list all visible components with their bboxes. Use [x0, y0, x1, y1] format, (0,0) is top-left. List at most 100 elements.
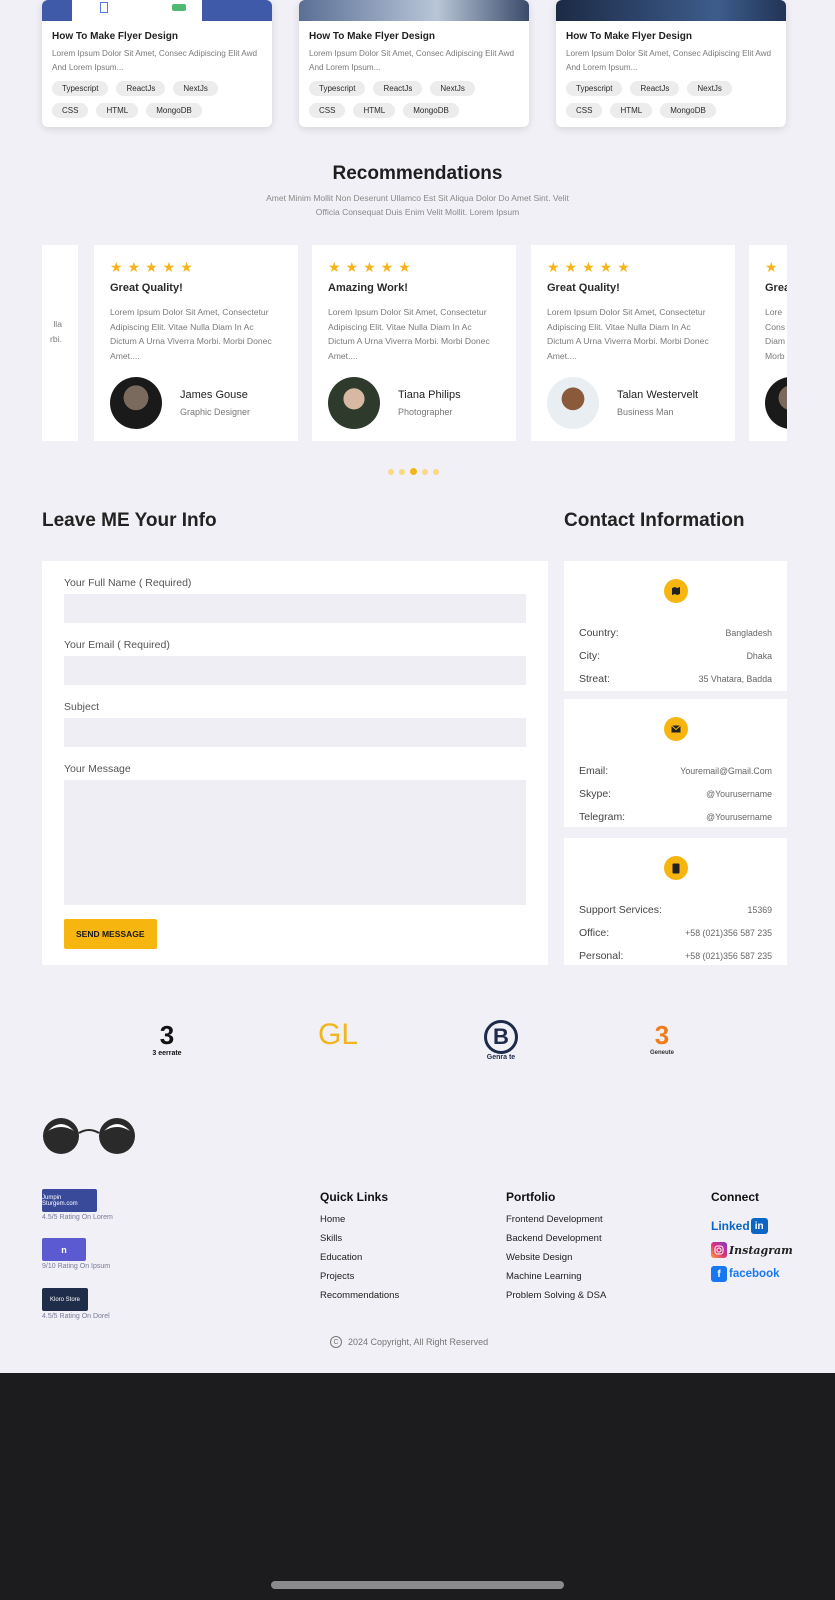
partial-text-line: Diam: [765, 336, 786, 346]
carousel-dot[interactable]: [422, 468, 428, 475]
full-name-input[interactable]: [64, 594, 526, 623]
facebook-text: facebook: [729, 1268, 780, 1280]
contact-value: 35 Vhatara, Badda: [698, 673, 772, 684]
facebook-link[interactable]: f facebook: [711, 1262, 793, 1286]
instagram-link[interactable]: Instagram: [711, 1238, 793, 1262]
recommendation-title: Amazing Work!: [328, 282, 408, 294]
footer-link-website-design[interactable]: Website Design: [506, 1252, 606, 1271]
footer-link-backend[interactable]: Backend Development: [506, 1233, 606, 1252]
star-rating-icon: ★★★★★: [547, 259, 635, 275]
person-role: Photographer: [398, 407, 453, 417]
send-message-button[interactable]: SEND MESSAGE: [64, 919, 157, 949]
person-name: Tiana Philips: [398, 389, 461, 401]
footer-link-skills[interactable]: Skills: [320, 1233, 399, 1252]
blog-desc: Lorem Ipsum Dolor Sit Amet, Consec Adipi…: [309, 49, 515, 72]
email-input[interactable]: [64, 656, 526, 685]
footer-link-recommendations[interactable]: Recommendations: [320, 1290, 399, 1309]
tag: MongoDB: [403, 103, 459, 118]
home-indicator[interactable]: [271, 1581, 564, 1589]
recommendation-card[interactable]: ★★★★★ Great Quality! Lorem Ipsum Dolor S…: [531, 245, 735, 441]
partner-logos: 3 3 eerrate GL B Genra te 3 Geneute: [0, 1020, 835, 1070]
contact-key: Email:: [579, 764, 609, 777]
blog-thumbnail: [42, 0, 272, 21]
carousel-dots: [388, 468, 439, 475]
subject-label: Subject: [64, 701, 100, 713]
blog-desc: Lorem Ipsum Dolor Sit Amet, Consec Adipi…: [52, 49, 258, 72]
tag: Typescript: [52, 81, 109, 96]
contact-key: Office:: [579, 926, 610, 939]
facebook-icon: f: [711, 1266, 727, 1282]
partial-text-line: Cons: [765, 321, 786, 332]
contact-key: City:: [579, 649, 600, 662]
copyright-icon: C: [330, 1336, 342, 1348]
blog-card[interactable]: How To Make Flyer Design Lorem Ipsum Dol…: [42, 0, 272, 127]
avatar: [110, 377, 162, 429]
blog-card[interactable]: How To Make Flyer Design Lorem Ipsum Dol…: [556, 0, 786, 127]
rating-badge[interactable]: n: [42, 1238, 86, 1261]
rating-badge[interactable]: Kloro Store: [42, 1288, 88, 1311]
footer-link-education[interactable]: Education: [320, 1252, 399, 1271]
star-rating-icon: ★★★★★: [110, 259, 198, 275]
recommendation-title: Great Quality!: [547, 282, 620, 294]
footer-link-frontend[interactable]: Frontend Development: [506, 1214, 606, 1233]
portfolio-column: Portfolio Frontend Development Backend D…: [506, 1190, 606, 1309]
recommendation-card[interactable]: ★★★★★ Amazing Work! Lorem Ipsum Dolor Si…: [312, 245, 516, 441]
carousel-dot[interactable]: [399, 468, 405, 475]
recommendation-card-partial[interactable]: ★ ★ Grea Lore Cons Diam Morb: [749, 245, 787, 441]
contact-value[interactable]: Youremail@Gmail.Com: [680, 766, 772, 776]
recommendations-subtitle: Amet Minim Mollit Non Deserunt Ullamco E…: [266, 193, 569, 217]
partial-text-line: lla: [53, 319, 62, 329]
system-dark-area: [0, 1373, 835, 1600]
tag: HTML: [353, 103, 396, 118]
recommendations-title: Recommendations: [332, 163, 503, 184]
avatar: [547, 377, 599, 429]
linkedin-text: Linked: [711, 1219, 750, 1233]
quick-links-title: Quick Links: [320, 1190, 389, 1204]
contact-key: Streat:: [579, 672, 610, 685]
tag: Typescript: [309, 81, 366, 96]
subject-input[interactable]: [64, 718, 526, 747]
tag: CSS: [309, 103, 346, 118]
blog-card[interactable]: How To Make Flyer Design Lorem Ipsum Dol…: [299, 0, 529, 127]
linkedin-link[interactable]: Linked in: [711, 1214, 793, 1238]
footer-link-home[interactable]: Home: [320, 1214, 399, 1233]
recommendation-card[interactable]: ★★★★★ Great Quality! Lorem Ipsum Dolor S…: [94, 245, 298, 441]
copyright-text: 2024 Copyright, All Right Reserved: [348, 1337, 489, 1347]
footer-link-problem-solving[interactable]: Problem Solving & DSA: [506, 1290, 606, 1309]
carousel-dot[interactable]: [388, 468, 394, 475]
contact-card-phone: Support Services: 15369 Office: +58 (021)3…: [564, 838, 787, 965]
rating-badge[interactable]: Jumpin Sturgem.com: [42, 1189, 97, 1212]
avatar: [765, 377, 787, 429]
quick-links-column: Quick Links Home Skills Education Projec…: [320, 1190, 399, 1309]
site-logo-icon[interactable]: [42, 1115, 137, 1162]
contact-form: Your Full Name ( Required) Your Email ( …: [42, 561, 548, 965]
full-name-label: Your Full Name ( Required): [64, 577, 192, 589]
contact-key: Skype:: [579, 787, 612, 800]
footer-link-projects[interactable]: Projects: [320, 1271, 399, 1290]
carousel-dot[interactable]: [433, 468, 439, 475]
message-textarea[interactable]: [64, 780, 526, 905]
instagram-text: Instagram: [729, 1243, 793, 1257]
contact-card-online: Email: Youremail@Gmail.Com Skype: @Youruse…: [564, 699, 787, 827]
recommendations-carousel[interactable]: lla rbi. ★★★★★ Great Quality! Lorem Ipsu…: [42, 245, 787, 441]
partner-logo: 3 3 eerrate: [152, 1020, 182, 1057]
partner-logo: GL: [317, 1018, 359, 1051]
blog-title: How To Make Flyer Design: [309, 31, 435, 42]
phone-icon: [663, 856, 688, 880]
carousel-dot-active[interactable]: [410, 468, 417, 475]
footer-link-machine-learning[interactable]: Machine Learning: [506, 1271, 606, 1290]
contact-value: +58 (021)356 587 235: [685, 950, 772, 961]
contact-value[interactable]: @Yourusername: [706, 789, 772, 799]
blog-title: How To Make Flyer Design: [566, 31, 692, 42]
mail-icon: [663, 717, 688, 741]
email-label: Your Email ( Required): [64, 639, 170, 651]
tag: NextJs: [430, 81, 475, 96]
recommendation-card-partial[interactable]: lla rbi.: [42, 245, 78, 441]
blog-thumbnail: [556, 0, 786, 21]
contact-value[interactable]: @Yourusername: [706, 812, 772, 822]
person-role: Business Man: [617, 407, 674, 417]
rating-caption: 9/10 Rating On Ipsum: [42, 1263, 111, 1270]
tag: MongoDB: [146, 103, 202, 118]
avatar: [328, 377, 380, 429]
contact-key: Country:: [579, 626, 619, 639]
